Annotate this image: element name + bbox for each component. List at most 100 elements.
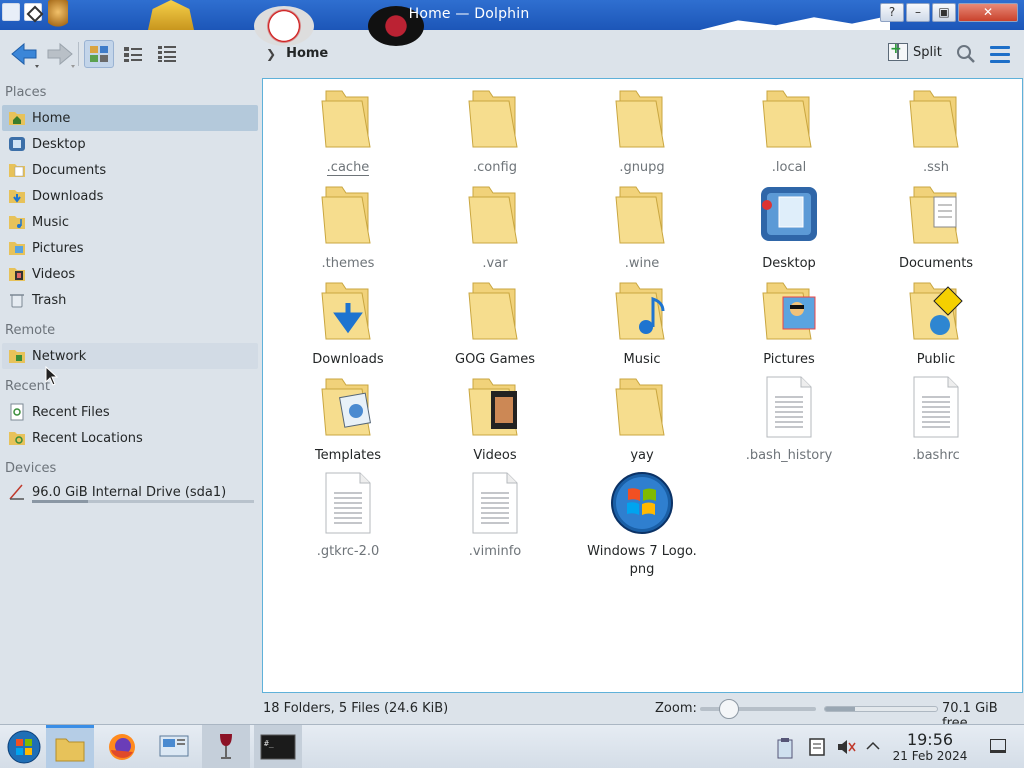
sidebar-item-videos[interactable]: Videos <box>2 261 258 287</box>
icons-view-button[interactable] <box>84 40 114 68</box>
text-file-icon <box>904 375 968 439</box>
folder-item[interactable]: .cache <box>278 87 418 177</box>
file-item[interactable]: .bashrc <box>866 375 1006 465</box>
clock[interactable]: 19:56 21 Feb 2024 <box>890 731 970 764</box>
folder-item[interactable]: GOG Games <box>425 279 565 369</box>
folder-item[interactable]: Pictures <box>719 279 859 369</box>
folder-summary: 18 Folders, 5 Files (24.6 KiB) <box>263 701 449 716</box>
documents-folder-icon <box>8 161 26 179</box>
zoom-slider-track[interactable] <box>700 707 816 711</box>
breadcrumb-home[interactable]: Home <box>286 46 328 61</box>
folder-item[interactable]: .gnupg <box>572 87 712 177</box>
file-item[interactable]: .viminfo <box>425 471 565 561</box>
sidebar-item-trash[interactable]: Trash <box>2 287 258 313</box>
sidebar-item-label: Recent Locations <box>32 430 143 446</box>
search-button[interactable] <box>956 44 976 68</box>
folder-item[interactable]: .themes <box>278 183 418 273</box>
folder-item[interactable]: Videos <box>425 375 565 465</box>
videos-folder-icon <box>8 265 26 283</box>
free-space-bar[interactable] <box>824 706 938 712</box>
sidebar-item-recent-files[interactable]: Recent Files <box>2 399 258 425</box>
item-label: yay <box>630 448 654 463</box>
recent-locations-icon <box>8 429 26 447</box>
sidebar-item-downloads[interactable]: Downloads <box>2 183 258 209</box>
folder-item[interactable]: .wine <box>572 183 712 273</box>
folder-item[interactable]: Templates <box>278 375 418 465</box>
taskbar-dolphin[interactable] <box>46 725 94 768</box>
sidebar-item-label: Desktop <box>32 136 86 152</box>
desktop-folder-icon <box>757 183 821 247</box>
folder-item[interactable]: Music <box>572 279 712 369</box>
section-title-recent: Recent <box>5 379 50 394</box>
compact-view-button[interactable] <box>118 40 148 68</box>
file-item[interactable]: .bash_history <box>719 375 859 465</box>
folder-downloads-icon <box>316 279 380 343</box>
sidebar-item-home[interactable]: Home <box>2 105 258 131</box>
folder-item[interactable]: .ssh <box>866 87 1006 177</box>
breadcrumb[interactable]: ❯ Home <box>266 46 328 61</box>
folder-item[interactable]: Documents <box>866 183 1006 273</box>
folder-item[interactable]: .local <box>719 87 859 177</box>
window-titlebar[interactable]: Home — Dolphin ? – ▣ ✕ <box>0 0 1024 46</box>
sidebar-item-network[interactable]: Network <box>2 343 258 369</box>
sidebar-item-desktop[interactable]: Desktop <box>2 131 258 157</box>
help-button[interactable]: ? <box>880 3 904 22</box>
folder-icon <box>463 87 527 151</box>
zoom-slider-handle[interactable] <box>719 699 740 719</box>
forward-button[interactable] <box>44 40 78 68</box>
item-label: .config <box>473 160 517 175</box>
taskbar-terminal[interactable]: #_ <box>254 725 302 768</box>
file-item[interactable]: .gtkrc-2.0 <box>278 471 418 561</box>
status-bar: 18 Folders, 5 Files (24.6 KiB) Zoom: 70.… <box>0 696 1024 731</box>
notes-icon[interactable] <box>808 737 826 757</box>
taskbar-wine[interactable] <box>202 725 250 768</box>
sidebar-item-music[interactable]: Music <box>2 209 258 235</box>
item-label: Windows 7 Logo. png <box>587 544 697 577</box>
sidebar-item-documents[interactable]: Documents <box>2 157 258 183</box>
show-desktop-button[interactable] <box>990 739 1006 753</box>
item-label: .bash_history <box>745 448 833 463</box>
sidebar-item-label: Pictures <box>32 240 84 256</box>
item-label: .bashrc <box>912 448 960 463</box>
sidebar-item-label: Recent Files <box>32 404 110 420</box>
terminal-icon: #_ <box>260 734 296 760</box>
text-file-icon <box>757 375 821 439</box>
wine-glass-icon <box>220 734 232 759</box>
free-space-fill <box>825 707 856 711</box>
volume-muted-icon[interactable] <box>836 737 856 757</box>
folder-item[interactable]: .var <box>425 183 565 273</box>
music-folder-icon <box>8 213 26 231</box>
start-menu-button[interactable] <box>0 725 48 768</box>
minimize-button[interactable]: – <box>906 3 930 22</box>
pictures-folder-icon <box>8 239 26 257</box>
folder-icon <box>610 375 674 439</box>
clipboard-icon[interactable] <box>776 737 794 759</box>
split-button[interactable]: Split <box>888 41 942 61</box>
folder-music-icon <box>610 279 674 343</box>
sidebar-item-pictures[interactable]: Pictures <box>2 235 258 261</box>
hamburger-menu-button[interactable] <box>990 46 1010 67</box>
folder-item[interactable]: Downloads <box>278 279 418 369</box>
clock-date: 21 Feb 2024 <box>892 749 968 763</box>
details-view-button[interactable] <box>152 40 182 68</box>
taskbar-system-settings[interactable] <box>150 725 198 768</box>
back-button[interactable] <box>8 40 42 68</box>
hard-drive-icon <box>8 483 26 501</box>
sidebar-item-label: Trash <box>32 292 67 308</box>
maximize-button[interactable]: ▣ <box>932 3 956 22</box>
folder-item[interactable]: .config <box>425 87 565 177</box>
svg-text:#_: #_ <box>264 739 274 748</box>
text-file-icon <box>463 471 527 535</box>
item-label: Documents <box>898 256 974 271</box>
folder-item[interactable]: Desktop <box>719 183 859 273</box>
folder-item[interactable]: Public <box>866 279 1006 369</box>
window-title: Home — Dolphin <box>408 6 530 22</box>
chevron-up-icon[interactable] <box>864 737 882 755</box>
taskbar-firefox[interactable] <box>98 725 146 768</box>
close-button[interactable]: ✕ <box>958 3 1018 22</box>
file-item[interactable]: Windows 7 Logo. png <box>572 471 712 579</box>
sidebar-item-recent-locations[interactable]: Recent Locations <box>2 425 258 451</box>
desktop-icon <box>8 135 26 153</box>
file-view[interactable]: .cache .config .gnupg .local .ssh .themes .var… <box>262 78 1023 693</box>
folder-item[interactable]: yay <box>572 375 712 465</box>
